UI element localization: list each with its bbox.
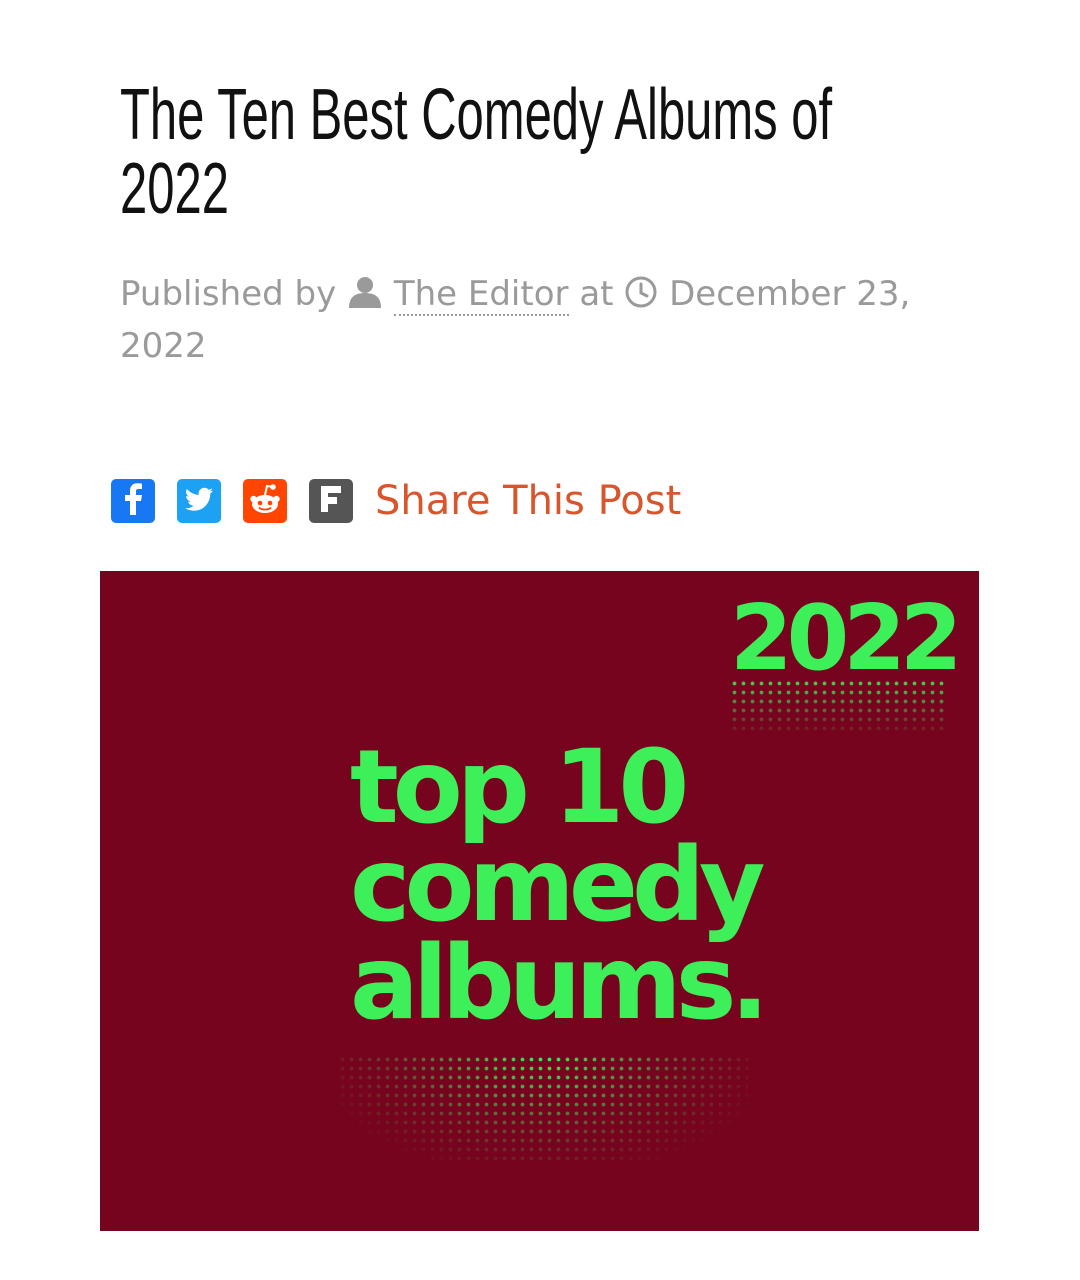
twitter-share-button[interactable] — [177, 479, 221, 523]
hero-dot-pattern-top — [730, 679, 946, 735]
facebook-icon — [111, 477, 155, 526]
reddit-share-button[interactable] — [243, 479, 287, 523]
user-icon — [347, 274, 394, 314]
featured-image: 2022 top 10 comedy albums. — [100, 571, 979, 1231]
author-link[interactable]: The Editor — [393, 274, 569, 316]
hero-headline-line-1: top 10 — [350, 728, 689, 847]
article-title-line-2: 2022 — [120, 149, 229, 229]
published-by-label: Published by — [120, 274, 337, 314]
reddit-icon — [243, 477, 287, 526]
flipboard-icon — [309, 477, 353, 526]
clock-icon — [624, 274, 669, 314]
share-bar: Share This Post — [111, 478, 681, 524]
hero-year: 2022 — [730, 586, 962, 691]
at-label: at — [579, 274, 614, 314]
article-title-line-1: The Ten Best Comedy Albums of — [120, 75, 833, 155]
article-title: The Ten Best Comedy Albums of 2022 — [120, 75, 833, 229]
hero-headline-line-3: albums. — [350, 924, 769, 1043]
facebook-share-button[interactable] — [111, 479, 155, 523]
share-this-post-link[interactable]: Share This Post — [375, 478, 681, 524]
hero-headline: top 10 comedy albums. — [350, 728, 769, 1043]
hero-headline-line-2: comedy — [350, 826, 766, 945]
twitter-icon — [177, 477, 221, 526]
publish-date: December 23, — [669, 274, 911, 314]
publish-date-year: 2022 — [120, 326, 207, 366]
flipboard-share-button[interactable] — [309, 479, 353, 523]
article-meta: Published by The Editor at December 23, … — [120, 268, 940, 372]
hero-dot-pattern-bottom — [338, 1055, 748, 1165]
